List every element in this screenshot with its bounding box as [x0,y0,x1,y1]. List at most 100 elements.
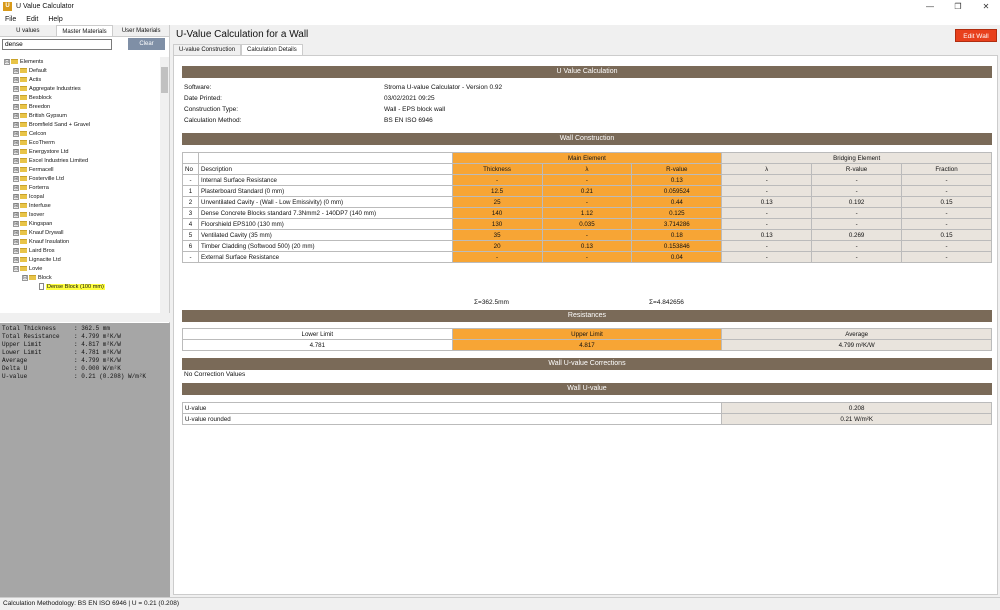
left-tabs: U values Master Materials User Materials [0,25,169,37]
tree-item[interactable]: ⊞ Aggregate Industries [0,84,160,93]
tree-item[interactable]: ⊞ Fosterville Ltd [0,174,160,183]
tree-item[interactable]: ⊞ Besblock [0,93,160,102]
tree-item[interactable]: ⊞ Interfuse [0,201,160,210]
expand-icon[interactable]: ⊞ [13,94,19,101]
tree-item[interactable]: Dense Block (100 mm) [0,282,160,291]
close-icon[interactable]: ✕ [972,0,1000,13]
collapse-icon[interactable]: ⊟ [22,274,28,281]
tree-item[interactable]: ⊞ Kingspan [0,219,160,228]
expand-icon[interactable]: ⊞ [13,67,19,74]
table-cell: 0.035 [541,218,633,230]
expand-icon[interactable]: ⊞ [13,139,19,146]
expand-icon[interactable]: ⊞ [13,229,19,236]
tree-item-label: Laird Bros [29,247,55,254]
expand-icon[interactable]: ⊞ [13,76,19,83]
clear-button[interactable]: Clear [128,38,165,50]
menu-edit[interactable]: Edit [21,16,43,23]
tree-item[interactable]: ⊞ British Gypsum [0,111,160,120]
search-input[interactable] [2,39,112,50]
tab-calculation-details[interactable]: Calculation Details [241,44,303,55]
tree-item[interactable]: ⊞ Knauf Drywall [0,228,160,237]
info-key: Calculation Method: [184,117,242,124]
folder-icon [20,86,27,91]
tree-item[interactable]: ⊞ Isover [0,210,160,219]
folder-icon [20,77,27,82]
folder-icon [20,248,27,253]
tree-item[interactable]: ⊞ Lignacite Ltd [0,255,160,264]
expand-icon[interactable]: ⊞ [13,103,19,110]
tree-item[interactable]: ⊞ Actis [0,75,160,84]
tree-item[interactable]: ⊞ Bromfield Sand + Gravel [0,120,160,129]
menu-help[interactable]: Help [43,16,67,23]
section-header-uvalue: Wall U-value [182,383,992,395]
expand-icon[interactable]: ⊞ [13,85,19,92]
expand-icon[interactable]: ⊞ [13,121,19,128]
expand-icon[interactable]: ⊞ [13,112,19,119]
tree-item[interactable]: ⊞ Icopal [0,192,160,201]
tree-item[interactable]: ⊞ Celcon [0,129,160,138]
expand-icon[interactable]: ⊞ [13,130,19,137]
tree-item[interactable]: ⊞ EcoTherm [0,138,160,147]
menu-file[interactable]: File [0,16,21,23]
table-header-row: No Description Thickness λ R-value λ R-v… [182,163,992,175]
info-row: Construction Type: Wall - EPS block wall [184,106,984,117]
stat-value: 0.21 (0.208) W/m²K [81,373,147,380]
expand-icon[interactable]: ⊞ [13,175,19,182]
tree-horizontal-scrollbar[interactable] [0,313,170,322]
uvalue-rounded-label: U-value rounded [181,413,723,425]
table-cell: 20 [451,240,543,252]
tab-master-materials[interactable]: Master Materials [55,25,114,36]
minimize-icon[interactable]: — [916,0,944,13]
stats-panel: Total Thickness: 362.5 mm Total Resistanc… [0,323,170,597]
tree-item[interactable]: ⊞ Laird Bros [0,246,160,255]
main-tabs: U-value Construction Calculation Details [173,44,303,55]
tab-u-value-construction[interactable]: U-value Construction [173,44,242,55]
tree-item[interactable]: ⊞ Breedon [0,102,160,111]
tree-item[interactable]: ⊞ Default [0,66,160,75]
tab-u-values[interactable]: U values [0,25,56,36]
expand-icon[interactable]: ⊞ [13,220,19,227]
expand-icon[interactable]: ⊞ [13,166,19,173]
tree-item[interactable]: ⊟ Lovie [0,264,160,273]
tree-item-label: Actis [29,76,42,83]
column-header: R-value [631,163,723,175]
menu-bar: File Edit Help [0,13,1000,25]
tree-item[interactable]: ⊞ Fermacell [0,165,160,174]
expand-icon[interactable]: ⊞ [13,256,19,263]
tree-item[interactable]: ⊟ Block [0,273,160,282]
tree-vertical-scrollbar[interactable] [160,57,169,313]
expand-icon[interactable]: ⊞ [13,157,19,164]
expand-icon[interactable]: ⊞ [13,193,19,200]
table-row: 6 Timber Cladding (Softwood 500) (20 mm) 2… [182,240,992,252]
table-cell: - [811,207,903,219]
tree-item[interactable]: ⊟ Elements [0,57,160,66]
expand-icon[interactable]: ⊞ [13,247,19,254]
tree-item[interactable]: ⊞ Knauf Insulation [0,237,160,246]
tree-item[interactable]: ⊞ Excel Industries Limited [0,156,160,165]
expand-icon[interactable]: ⊞ [13,202,19,209]
lower-limit-header: Lower Limit [182,328,453,340]
tab-user-materials[interactable]: User Materials [113,25,169,36]
table-row: U-value rounded 0.21 W/m²K [181,413,992,425]
window-title: U Value Calculator [16,3,74,10]
folder-icon [20,140,27,145]
table-cell: 0.153846 [631,240,723,252]
scroll-thumb[interactable] [161,67,168,93]
search-row: Clear [0,37,169,53]
resistances-table: Lower Limit Upper Limit Average 4.781 4.… [182,328,992,351]
collapse-icon[interactable]: ⊟ [13,265,19,272]
expand-icon[interactable]: ⊞ [13,184,19,191]
edit-wall-button[interactable]: Edit Wall [955,29,997,42]
expand-icon[interactable]: ⊞ [13,238,19,245]
tree-item[interactable]: ⊞ Energystore Ltd [0,147,160,156]
maximize-icon[interactable]: ❐ [944,0,972,13]
column-header: Thickness [451,163,543,175]
folder-icon [20,131,27,136]
tree-item[interactable]: ⊞ Forterra [0,183,160,192]
expand-icon[interactable]: ⊞ [13,148,19,155]
table-row: 4.781 4.817 4.799 m²K/W [182,339,992,351]
expand-icon[interactable]: ⊞ [13,211,19,218]
collapse-icon[interactable]: ⊟ [4,58,10,65]
tree-item-label: Icopal [29,193,44,200]
table-cell: 1 [182,185,199,197]
